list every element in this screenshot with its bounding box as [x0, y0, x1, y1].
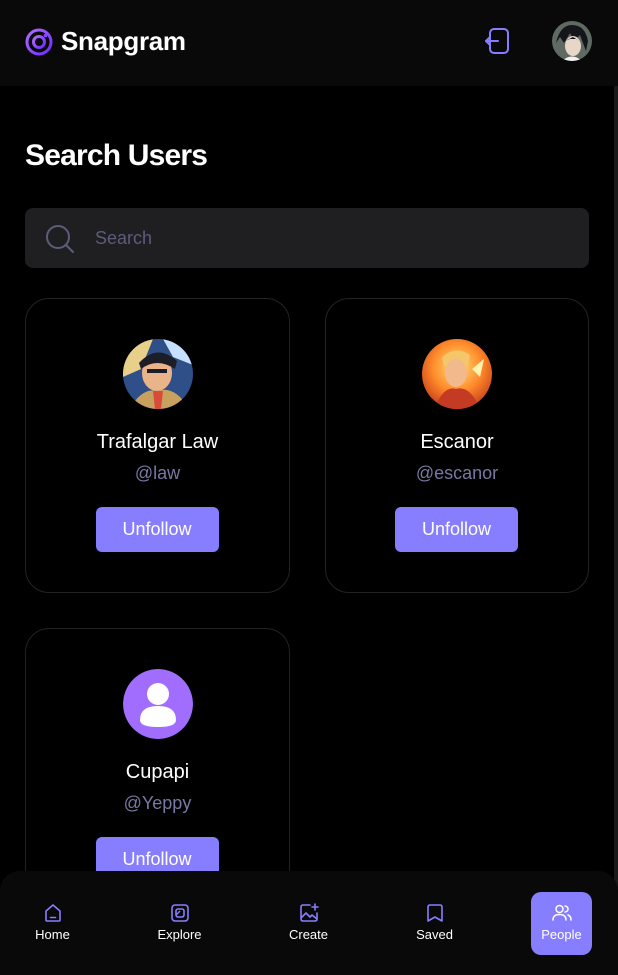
default-user-icon [122, 669, 193, 739]
saved-icon [426, 904, 443, 922]
app-name: Snapgram [61, 26, 186, 56]
home-icon [44, 904, 61, 922]
search-bar [25, 208, 589, 268]
user-name: Escanor [420, 431, 494, 453]
user-card: Escanor @escanor Unfollow [325, 298, 589, 593]
anime-portrait-image [422, 339, 492, 409]
scrollbar[interactable] [614, 86, 618, 975]
nav-label: Saved [416, 927, 453, 942]
nav-item-create[interactable]: Create [278, 892, 339, 955]
people-icon [551, 904, 572, 921]
nav-item-home[interactable]: Home [22, 892, 83, 955]
profile-avatar[interactable] [552, 21, 592, 61]
top-bar: Snapgram [0, 0, 618, 86]
user-name: Trafalgar Law [96, 431, 219, 453]
nav-item-people[interactable]: People [531, 892, 592, 955]
unfollow-button[interactable]: Unfollow [95, 507, 219, 552]
logo[interactable]: Snapgram [25, 26, 186, 57]
user-name: Cupapi [125, 761, 190, 783]
user-handle: @escanor [415, 463, 499, 483]
user-avatar[interactable] [122, 669, 193, 739]
profile-avatar-image [552, 21, 592, 61]
nav-label: Create [288, 927, 329, 942]
logout-icon[interactable] [484, 27, 510, 55]
user-avatar[interactable] [422, 339, 492, 409]
anime-portrait-image [122, 339, 193, 409]
nav-label: Explore [157, 927, 202, 942]
create-icon [299, 903, 319, 922]
user-card: Cupapi @Yeppy Unfollow [25, 628, 290, 888]
page-title: Search Users [25, 139, 208, 172]
search-icon [46, 225, 74, 253]
user-card: Trafalgar Law @law Unfollow [25, 298, 290, 593]
explore-icon [170, 904, 189, 922]
unfollow-button[interactable]: Unfollow [395, 507, 518, 552]
user-handle: @law [134, 463, 181, 483]
nav-label: People [541, 927, 582, 942]
nav-label: Home [35, 927, 70, 942]
nav-item-saved[interactable]: Saved [404, 892, 465, 955]
user-handle: @Yeppy [123, 793, 192, 813]
user-avatar[interactable] [122, 339, 193, 409]
snapgram-logo-icon [25, 28, 53, 55]
search-input[interactable] [95, 208, 575, 268]
nav-item-explore[interactable]: Explore [149, 892, 210, 955]
bottom-nav: Home Explore Create Saved People [0, 871, 618, 975]
